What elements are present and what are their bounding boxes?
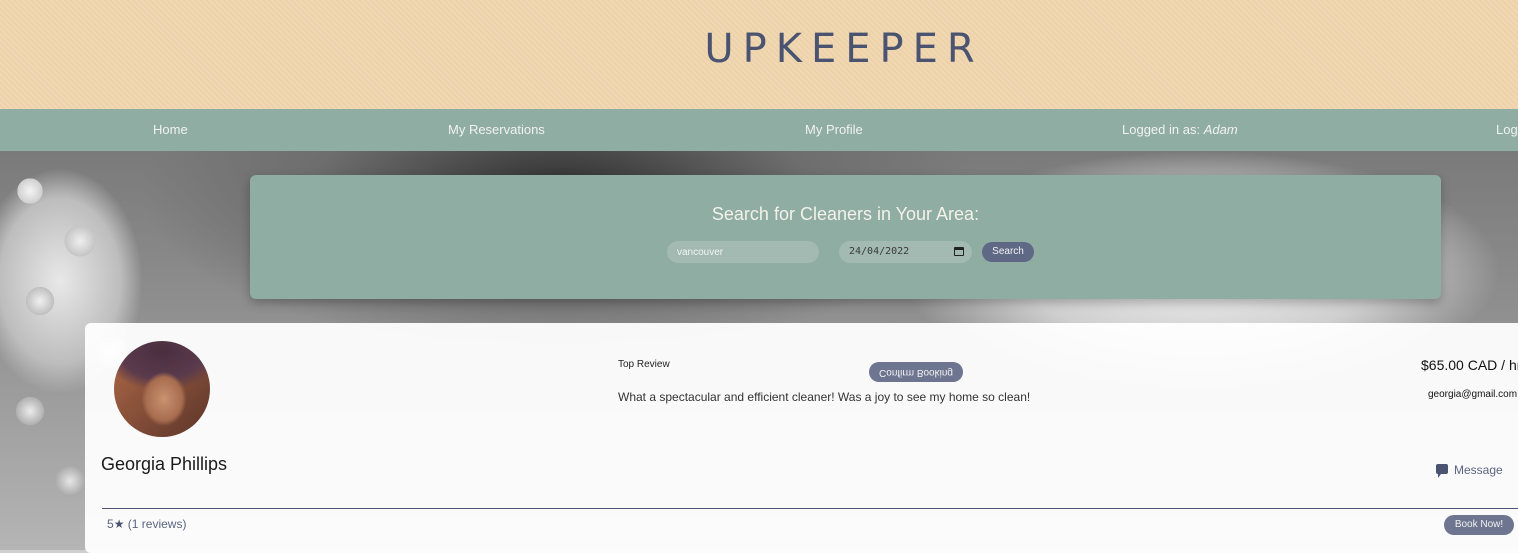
cleaner-name: Georgia Phillips bbox=[101, 454, 228, 474]
location-input[interactable] bbox=[667, 241, 819, 263]
star-icon: ★ bbox=[113, 517, 125, 531]
date-input[interactable]: 24/04/2022 bbox=[839, 241, 972, 263]
card-divider bbox=[102, 508, 1518, 509]
avatar bbox=[114, 341, 210, 437]
calendar-icon[interactable] bbox=[954, 247, 964, 256]
date-value: 24/04/2022 bbox=[849, 246, 910, 257]
reviews-count[interactable]: (1 reviews) bbox=[128, 517, 187, 531]
confirm-booking-badge[interactable]: Confirm Booking bbox=[869, 362, 963, 382]
message-icon bbox=[1436, 463, 1448, 478]
search-title: Search for Cleaners in Your Area: bbox=[711, 204, 980, 224]
nav-my-profile[interactable]: My Profile bbox=[805, 122, 863, 137]
logged-in-user: Adam bbox=[1203, 122, 1238, 137]
message-label: Message bbox=[1454, 463, 1503, 477]
top-review-text: What a spectacular and efficient cleaner… bbox=[618, 390, 1031, 404]
top-review-label: Top Review bbox=[618, 359, 670, 370]
rating-summary: 5★ (1 reviews) bbox=[107, 517, 186, 531]
rating-value: 5 bbox=[107, 517, 114, 531]
logged-in-label: Logged in as: bbox=[1122, 122, 1201, 137]
site-header: UPKEEPER bbox=[0, 0, 1518, 109]
cleaner-email: georgia@gmail.com bbox=[1428, 389, 1518, 400]
search-panel: Search for Cleaners in Your Area: 24/04/… bbox=[250, 175, 1441, 299]
main-nav: Home My Reservations My Profile Logged i… bbox=[0, 109, 1518, 151]
search-button[interactable]: Search bbox=[982, 242, 1034, 262]
logged-in-status: Logged in as: Adam bbox=[1122, 122, 1238, 137]
message-button[interactable]: Message bbox=[1436, 463, 1503, 478]
site-logo[interactable]: UPKEEPER bbox=[0, 26, 1518, 72]
cleaner-card: Georgia Phillips Top Review Confirm Book… bbox=[85, 323, 1518, 553]
nav-logout[interactable]: Log bbox=[1496, 122, 1518, 137]
nav-home[interactable]: Home bbox=[153, 122, 188, 137]
nav-my-reservations[interactable]: My Reservations bbox=[448, 122, 545, 137]
book-now-button[interactable]: Book Now! bbox=[1444, 515, 1514, 535]
hourly-price: $65.00 CAD / hr bbox=[1421, 357, 1518, 373]
